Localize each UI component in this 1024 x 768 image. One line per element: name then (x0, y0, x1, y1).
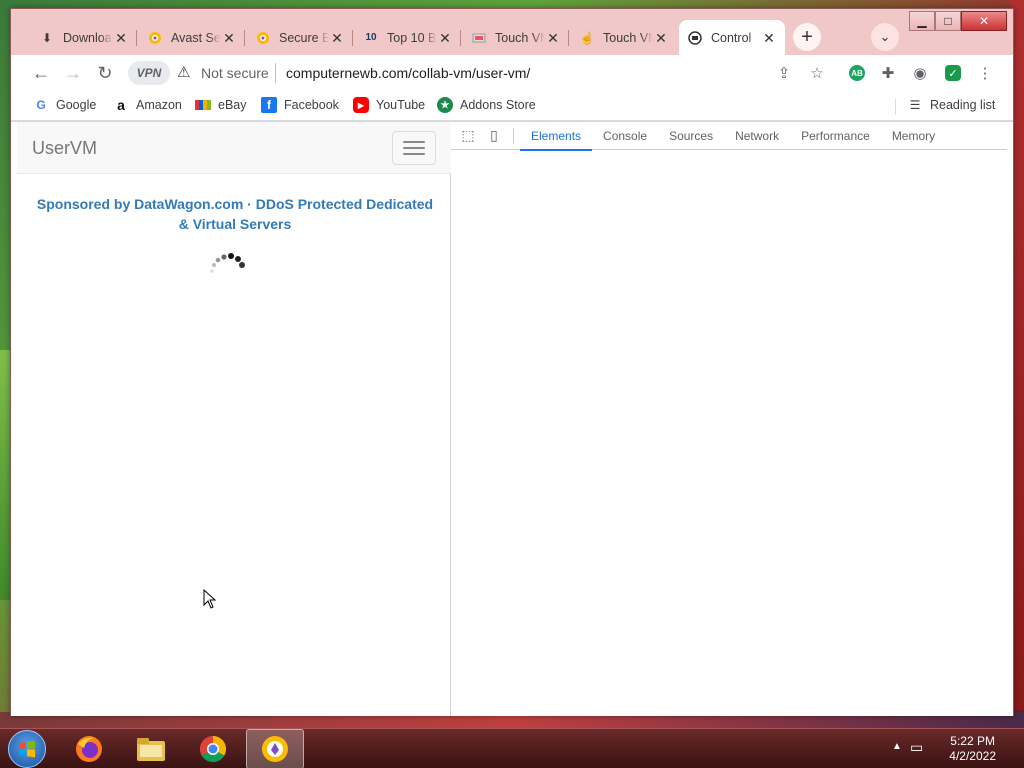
folder-icon (137, 738, 165, 761)
warning-icon[interactable]: ⚠ (177, 63, 190, 81)
devtools-tab-console[interactable]: Console (592, 122, 658, 150)
browser-window: ⬇ Download ✕ Avast Secure ✕ Secure Brows… (10, 8, 1014, 716)
security-status[interactable]: Not secure (201, 65, 269, 81)
address-bar[interactable]: computernewb.com/collab-vm/user-vm/ (286, 65, 530, 81)
tab-label: Touch VM (603, 30, 653, 45)
brand-title[interactable]: UserVM (32, 138, 97, 159)
window-close-button[interactable]: ✕ (961, 11, 1007, 31)
share-icon[interactable]: ⇪ (772, 61, 796, 85)
tab-search-button[interactable]: ⌄ (871, 23, 899, 51)
reading-list-button[interactable]: ☰ Reading list (907, 97, 996, 113)
reading-list-icon: ☰ (909, 98, 921, 112)
devtools-panel: ⬚ ▯ Elements Console Sources Network Per… (451, 122, 1013, 716)
close-icon[interactable]: ✕ (761, 30, 777, 46)
profile-icon[interactable]: ◉ (908, 61, 932, 85)
extensions-puzzle-icon[interactable]: ✚ (876, 61, 900, 85)
tab-label: Avast Secure (171, 30, 221, 45)
devtools-tab-performance[interactable]: Performance (790, 122, 881, 150)
tab-top10[interactable]: 10 Top 10 Best ✕ (355, 20, 461, 55)
taskbar-firefox[interactable] (60, 729, 118, 768)
reload-button[interactable]: ↻ (91, 59, 119, 87)
bookmark-google[interactable]: G Google (33, 97, 96, 113)
browser-content: UserVM Sponsored by DataWagon.com · DDoS… (11, 122, 1013, 716)
back-button[interactable]: ← (27, 59, 55, 87)
bookmark-addons-store[interactable]: ★ Addons Store (437, 97, 536, 113)
close-icon[interactable]: ✕ (113, 30, 129, 46)
taskbar-chrome[interactable] (184, 729, 242, 768)
devtools-tabbar: ⬚ ▯ Elements Console Sources Network Per… (451, 122, 1007, 151)
amazon-icon: a (117, 97, 125, 113)
bookmarks-bar: G Google a Amazon eBay f Facebook ▶ YouT… (11, 91, 1013, 121)
close-icon[interactable]: ✕ (437, 30, 453, 46)
hand-icon: ☝ (579, 30, 595, 45)
inspect-element-icon[interactable]: ⬚ (455, 123, 481, 149)
page-navbar: UserVM (17, 122, 451, 174)
sponsor-link[interactable]: Sponsored by DataWagon.com · DDoS Protec… (27, 194, 443, 234)
bookmark-youtube[interactable]: ▶ YouTube (353, 97, 425, 113)
devtools-tab-elements[interactable]: Elements (520, 122, 593, 151)
windows-logo-icon (19, 740, 35, 758)
taskbar-clock[interactable]: 5:22 PM 4/2/2022 (949, 734, 996, 764)
firefox-icon (76, 736, 102, 762)
devtools-tab-network[interactable]: Network (724, 122, 790, 150)
tab-label: Control (711, 30, 752, 45)
touch-icon (471, 30, 487, 46)
loading-spinner-icon (210, 253, 245, 273)
bookmark-facebook[interactable]: f Facebook (261, 97, 339, 113)
youtube-icon: ▶ (353, 97, 369, 113)
tab-control[interactable]: Control ✕ (679, 20, 785, 55)
bookmark-ebay[interactable]: eBay (195, 97, 247, 113)
web-page: UserVM Sponsored by DataWagon.com · DDoS… (17, 122, 451, 716)
tab-strip: ⬇ Download ✕ Avast Secure ✕ Secure Brows… (11, 9, 1013, 55)
tab-label: Secure Browser (279, 30, 329, 45)
windows-taskbar: ▲ ▭ 5:22 PM 4/2/2022 (0, 728, 1024, 768)
facebook-icon: f (261, 97, 277, 113)
hamburger-menu-button[interactable] (392, 131, 436, 165)
close-icon[interactable]: ✕ (653, 30, 669, 46)
tab-label: Top 10 Best (387, 30, 437, 45)
tab-avast-secure[interactable]: Avast Secure ✕ (139, 20, 245, 55)
browser-toolbar: ← → ↻ VPN ⚠ Not secure computernewb.com/… (11, 55, 1013, 91)
close-icon[interactable]: ✕ (545, 30, 561, 46)
addons-icon: ★ (437, 97, 453, 113)
start-button[interactable] (8, 730, 46, 768)
close-icon[interactable]: ✕ (329, 30, 345, 46)
vpn-badge[interactable]: VPN (128, 61, 170, 85)
tab-label: Touch VM (495, 30, 545, 45)
menu-kebab-icon[interactable]: ⋮ (973, 61, 997, 85)
avast-browser-icon (262, 736, 288, 762)
chrome-icon (199, 735, 227, 763)
mouse-cursor-icon (203, 589, 217, 609)
maximize-button[interactable]: □ (935, 11, 961, 31)
tab-label: Download (63, 30, 113, 45)
taskbar-file-explorer[interactable] (122, 729, 180, 768)
google-icon: G (36, 98, 46, 112)
adblock-extension-icon[interactable]: AB (845, 61, 869, 85)
shield-extension-icon[interactable]: ✓ (941, 61, 965, 85)
new-tab-button[interactable]: + (793, 23, 821, 51)
devtools-tab-sources[interactable]: Sources (658, 122, 724, 150)
close-icon[interactable]: ✕ (221, 30, 237, 46)
top10-icon: 10 (365, 32, 377, 43)
control-icon (687, 30, 703, 46)
device-toolbar-icon[interactable]: ▯ (481, 123, 507, 149)
forward-button[interactable]: → (59, 59, 87, 87)
minimize-button[interactable]: ▁ (909, 11, 935, 31)
avast-icon (255, 30, 271, 46)
ebay-icon (195, 97, 211, 113)
download-icon: ⬇ (41, 30, 53, 45)
tab-touch-vm-2[interactable]: ☝ Touch VM ✕ (571, 20, 677, 55)
tab-secure-browser[interactable]: Secure Browser ✕ (247, 20, 353, 55)
bookmark-star-icon[interactable]: ☆ (805, 61, 829, 85)
tab-touch-vm[interactable]: Touch VM ✕ (463, 20, 569, 55)
tab-download[interactable]: ⬇ Download ✕ (31, 20, 137, 55)
avast-icon (147, 30, 163, 46)
network-icon[interactable]: ▭ (910, 739, 923, 756)
show-hidden-icons-icon[interactable]: ▲ (892, 741, 902, 752)
system-tray: ▲ ▭ 5:22 PM 4/2/2022 (884, 729, 1024, 768)
devtools-tab-memory[interactable]: Memory (881, 122, 946, 150)
bookmark-amazon[interactable]: a Amazon (113, 97, 182, 113)
taskbar-avast-browser[interactable] (246, 729, 304, 768)
window-controls: ▁ □ ✕ (909, 11, 1007, 31)
